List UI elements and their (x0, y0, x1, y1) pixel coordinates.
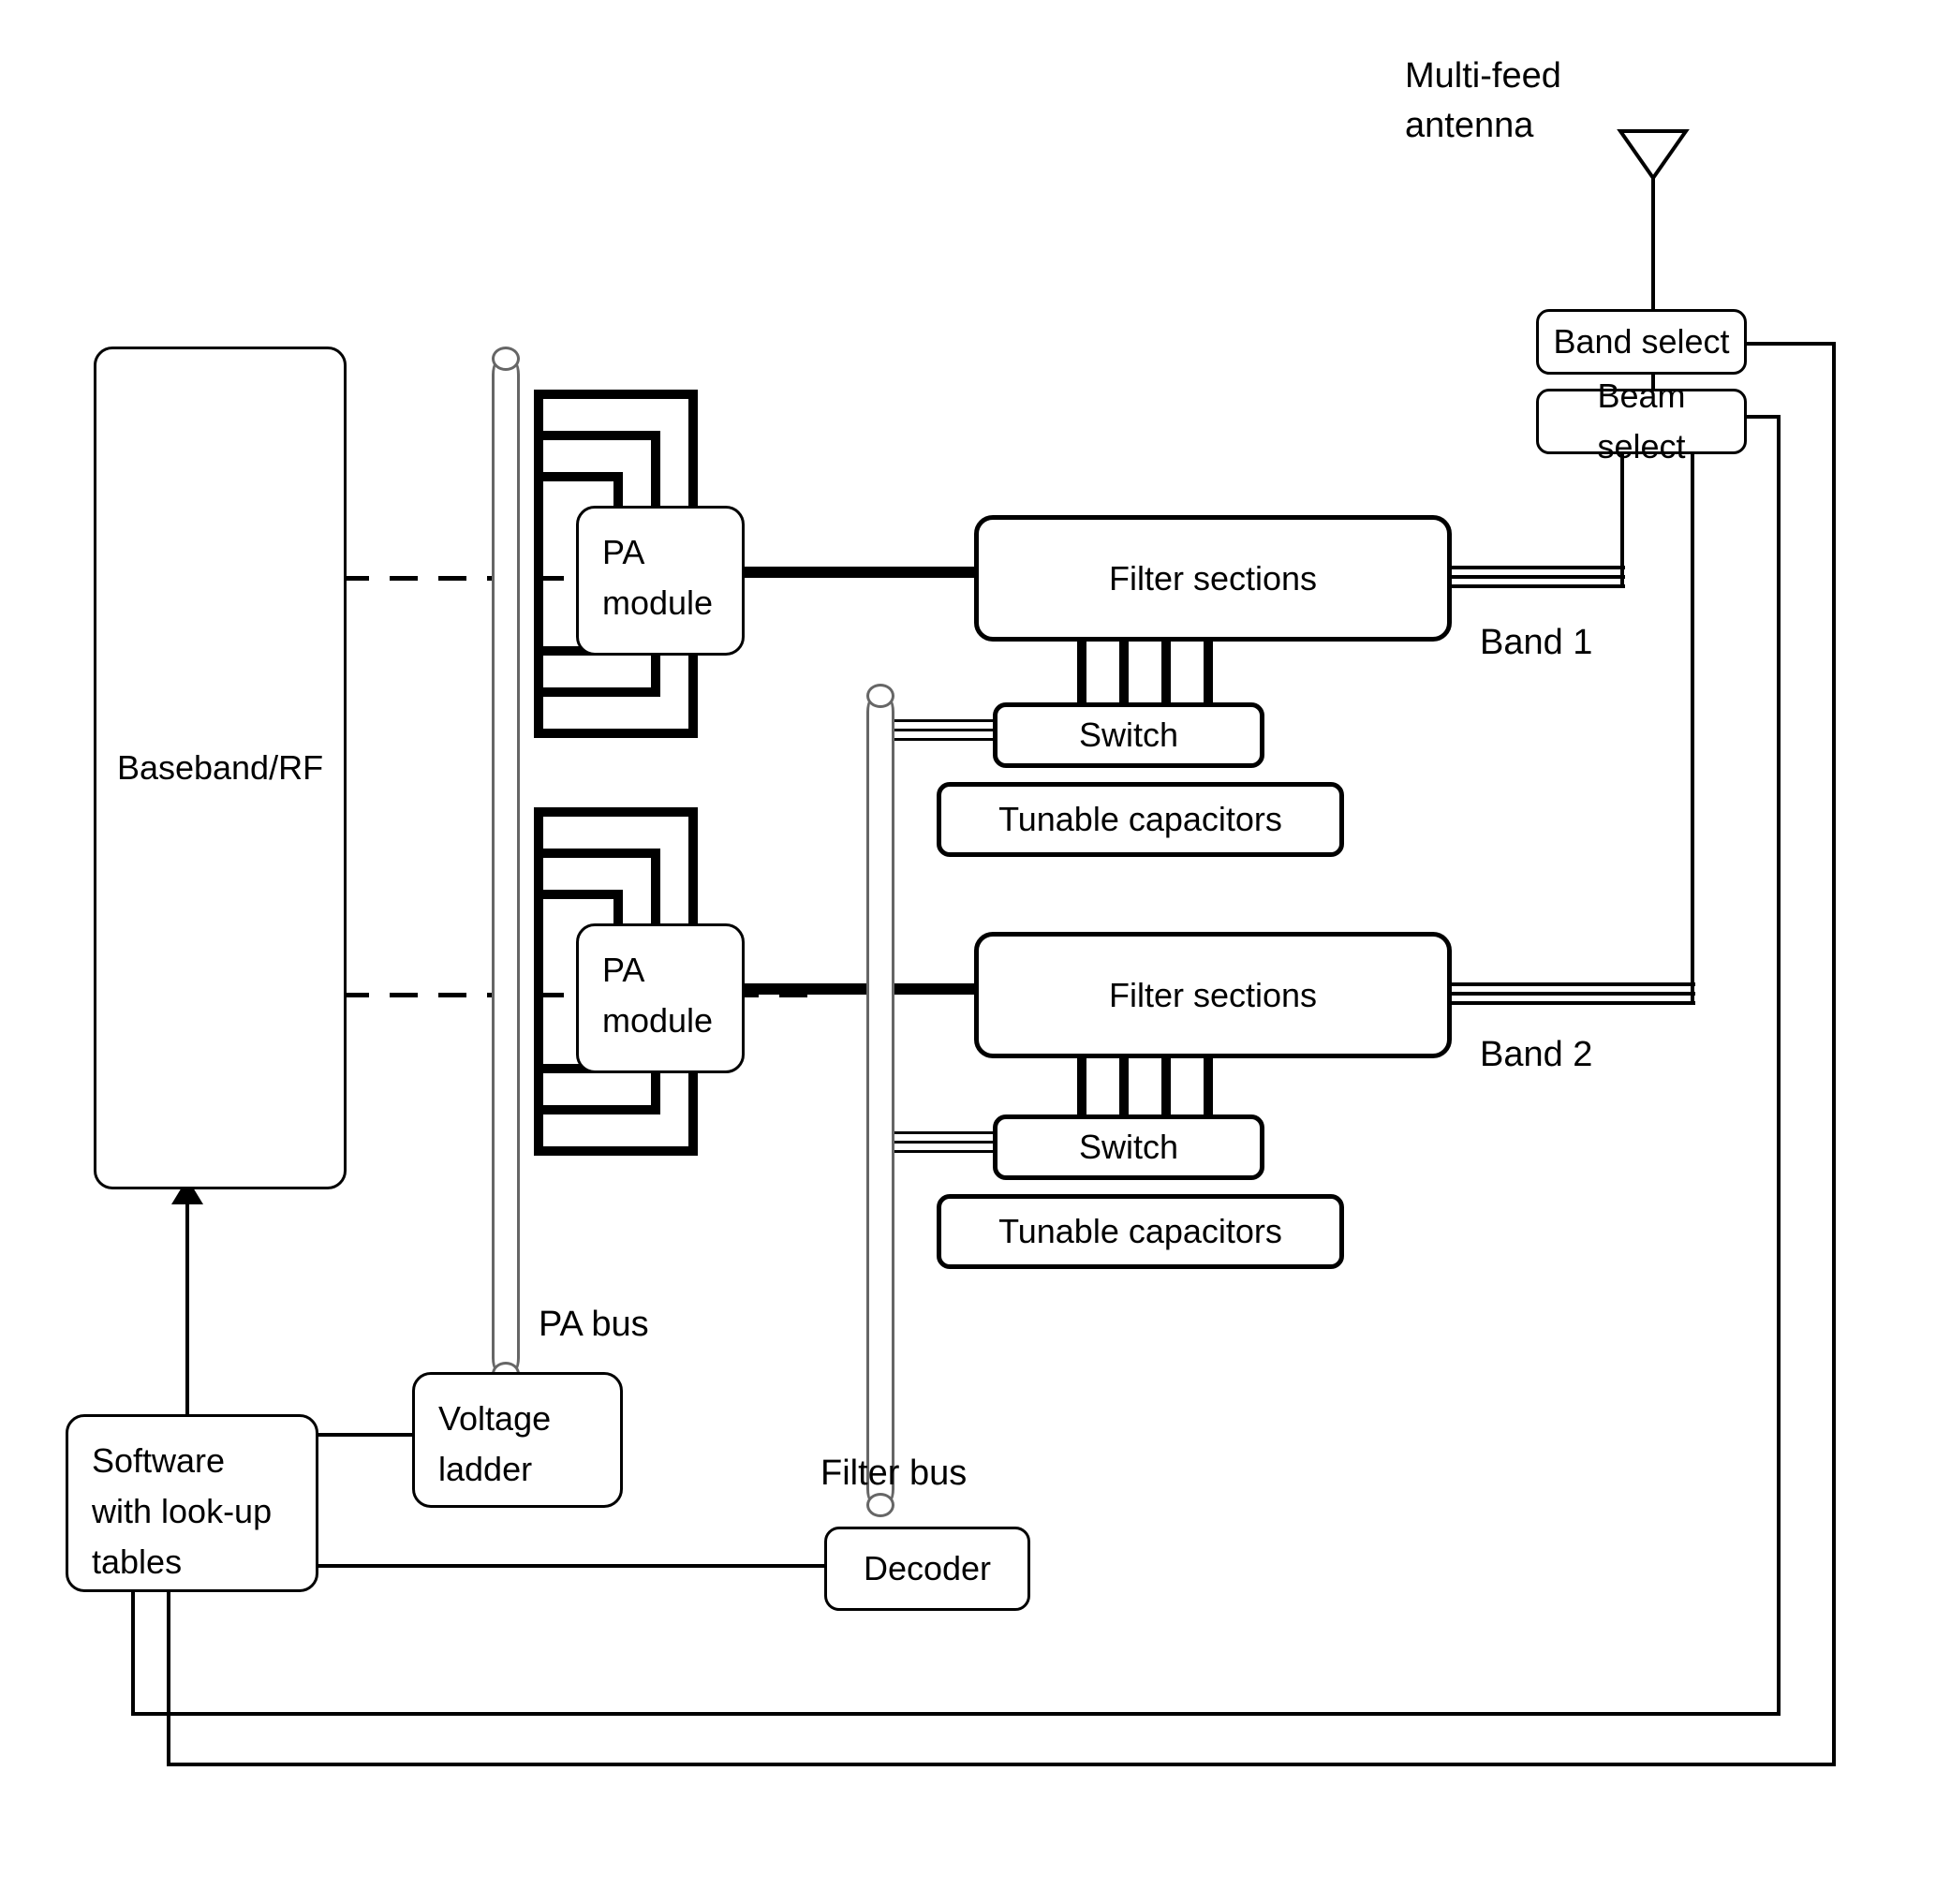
band2-line (1442, 1001, 1695, 1005)
pa-wire (534, 1105, 660, 1114)
decoder-block: Decoder (824, 1527, 1030, 1611)
ctrl-line (131, 1592, 135, 1714)
pa-wire (688, 648, 698, 738)
pa-module-1-block: PA module (576, 506, 745, 656)
filter-drop (1119, 1049, 1129, 1124)
bus-stub (885, 1150, 993, 1153)
pa-wire (534, 807, 543, 1156)
pa-wire (651, 849, 660, 933)
pa-wire (534, 729, 698, 738)
pa-module-1-label: PA module (602, 527, 718, 628)
software-block: Software with look-up tables (66, 1414, 318, 1592)
filter-drop (1204, 1049, 1213, 1124)
sw-to-baseband-line (185, 1189, 189, 1414)
switch-2-block: Switch (993, 1114, 1264, 1180)
filter-bus (866, 693, 894, 1508)
multi-feed-antenna-label: Multi-feed antenna (1405, 52, 1686, 151)
ctrl-line (1745, 342, 1836, 346)
filter-drop (1119, 637, 1129, 712)
sw-decoder-line (309, 1564, 829, 1568)
bus-stub (885, 729, 993, 731)
decoder-label: Decoder (864, 1543, 991, 1594)
ctrl-line (131, 1712, 1780, 1716)
band1-line (1442, 575, 1625, 579)
pa-bus-label: PA bus (539, 1300, 649, 1350)
pa-to-filter-wire (740, 983, 983, 995)
pa-module-2-label: PA module (602, 945, 718, 1046)
tunable-caps-1-block: Tunable capacitors (937, 782, 1344, 857)
filter-drop (1077, 1049, 1086, 1124)
band1-line (1442, 584, 1625, 588)
ctrl-line (167, 1592, 170, 1765)
switch-1-label: Switch (1079, 710, 1178, 760)
voltage-ladder-label: Voltage ladder (438, 1394, 597, 1495)
band2-line (1442, 982, 1695, 986)
pa-bus (492, 356, 520, 1377)
ctrl-line (1745, 415, 1781, 419)
pa-wire (651, 431, 660, 515)
switch-1-block: Switch (993, 702, 1264, 768)
filter-drop (1161, 1049, 1171, 1124)
band1-line (1442, 566, 1625, 569)
pa-wire (688, 1066, 698, 1156)
pa-wire (534, 1146, 698, 1156)
tunable-caps-1-label: Tunable capacitors (998, 794, 1282, 845)
voltage-ladder-block: Voltage ladder (412, 1372, 623, 1508)
pa-module-2-block: PA module (576, 923, 745, 1073)
pa-wire (534, 390, 698, 399)
diagram-canvas: Baseband/RF PA module PA module Filter s… (0, 0, 1936, 1904)
software-label: Software with look-up tables (92, 1436, 292, 1587)
antenna-line (1651, 211, 1655, 314)
beam-select-block: Beam select (1536, 389, 1747, 454)
bus-stub (885, 1141, 993, 1144)
pa-wire (534, 472, 623, 481)
pa-wire (534, 849, 660, 858)
pa-to-filter-wire (740, 567, 983, 578)
filter-drop (1161, 637, 1171, 712)
pa-wire (534, 390, 543, 738)
pa-wire (534, 431, 660, 440)
pa-wire (688, 390, 698, 511)
filter-sections-2-block: Filter sections (974, 932, 1452, 1058)
bus-stub (885, 719, 993, 722)
band-select-label: Band select (1553, 317, 1729, 367)
filter-sections-2-label: Filter sections (1109, 970, 1317, 1021)
bus-stub (885, 738, 993, 741)
band-select-block: Band select (1536, 309, 1747, 375)
tunable-caps-2-block: Tunable capacitors (937, 1194, 1344, 1269)
filter-sections-1-block: Filter sections (974, 515, 1452, 642)
beam-select-label: Beam select (1553, 371, 1730, 472)
pa-wire (688, 807, 698, 929)
ctrl-line (1832, 342, 1836, 1766)
filter-drop (1077, 637, 1086, 712)
filter-bus-label: Filter bus (820, 1449, 967, 1498)
sw-voltage-line (309, 1433, 412, 1437)
pa-wire (534, 687, 660, 697)
band2-line (1691, 438, 1694, 1005)
bus-stub (885, 1131, 993, 1134)
band1-label: Band 1 (1480, 618, 1592, 668)
baseband-rf-block: Baseband/RF (94, 347, 347, 1189)
pa-wire (534, 807, 698, 817)
ctrl-line (167, 1763, 1836, 1766)
filter-sections-1-label: Filter sections (1109, 553, 1317, 604)
switch-2-label: Switch (1079, 1122, 1178, 1173)
band2-label: Band 2 (1480, 1030, 1592, 1080)
pa-wire (534, 890, 623, 899)
baseband-rf-label: Baseband/RF (117, 743, 323, 793)
tunable-caps-2-label: Tunable capacitors (998, 1206, 1282, 1257)
band2-line (1442, 992, 1695, 996)
filter-drop (1204, 637, 1213, 712)
ctrl-line (1777, 415, 1781, 1716)
